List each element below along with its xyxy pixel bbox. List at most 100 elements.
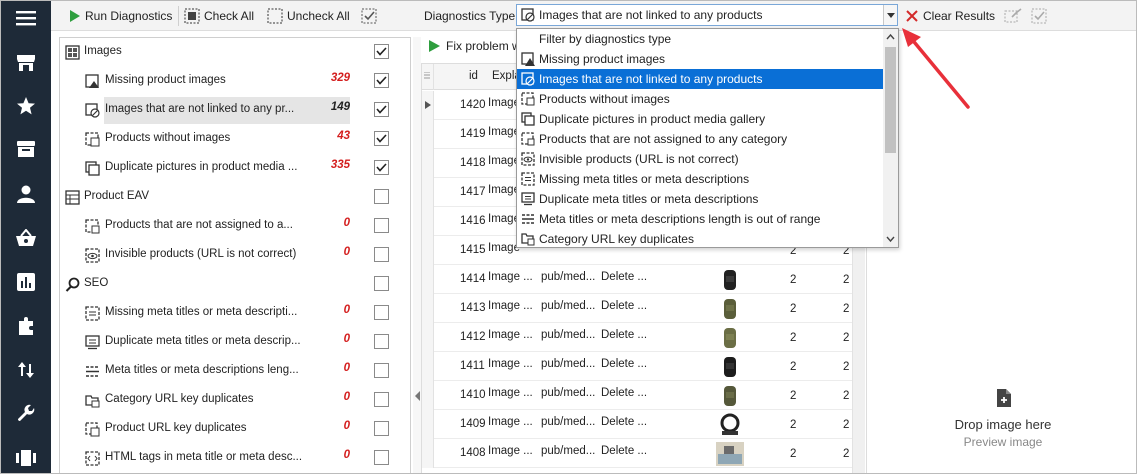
row-indicator xyxy=(422,120,434,149)
cell-action[interactable]: Delete ... xyxy=(601,445,647,457)
scroll-down-icon[interactable] xyxy=(883,233,898,245)
clear-results-button[interactable]: Clear Results xyxy=(905,1,995,31)
table-row[interactable]: 1414 Image ... pub/med... Delete ... 2 2 xyxy=(422,265,852,294)
cell-id: 1409 xyxy=(460,418,486,430)
meta-duplicate-icon xyxy=(517,189,539,209)
cell-id: 1415 xyxy=(460,244,486,256)
store-icon[interactable] xyxy=(1,46,51,80)
tree-item-duplicate-meta[interactable]: Duplicate meta titles or meta descrip...… xyxy=(60,328,410,357)
tree-group-images[interactable]: Images xyxy=(60,38,410,67)
missing-image-icon xyxy=(84,73,100,89)
run-diagnostics-button[interactable]: Run Diagnostics xyxy=(69,1,172,31)
cell-path: pub/med... xyxy=(541,416,596,428)
import-export-icon[interactable] xyxy=(1,353,51,387)
image-preview-pane[interactable]: Drop image here Preview image xyxy=(866,63,1136,473)
tree-item-meta-length[interactable]: Meta titles or meta descriptions leng...… xyxy=(60,357,410,386)
invisible-eye-icon xyxy=(517,149,539,169)
star-icon[interactable] xyxy=(1,89,51,123)
table-row[interactable]: 1409 Image ... pub/med... Delete ... 2 2 xyxy=(422,410,852,439)
checkbox[interactable] xyxy=(374,334,389,349)
dropdown-option-without-images[interactable]: Products without images xyxy=(517,89,883,109)
table-row[interactable]: 1408 Image ... pub/med... Delete ... 2 2 xyxy=(422,439,852,468)
checkbox[interactable] xyxy=(374,189,389,204)
dropdown-option-duplicate-meta[interactable]: Duplicate meta titles or meta descriptio… xyxy=(517,189,883,209)
cell-explanation: Image ... xyxy=(488,416,533,428)
tree-item-product-url-duplicates[interactable]: Product URL key duplicates 0 xyxy=(60,415,410,444)
cell-action[interactable]: Delete ... xyxy=(601,358,647,370)
checkbox[interactable] xyxy=(374,363,389,378)
reports-icon[interactable] xyxy=(1,265,51,299)
checkbox[interactable] xyxy=(374,218,389,233)
dropdown-option-not-linked[interactable]: Images that are not linked to any produc… xyxy=(517,69,883,89)
chevron-down-icon[interactable] xyxy=(883,5,897,25)
diagnostics-type-select[interactable]: Images that are not linked to any produc… xyxy=(516,4,898,26)
table-row[interactable]: 1413 Image ... pub/med... Delete ... 2 2 xyxy=(422,294,852,323)
dropdown-option-meta-length[interactable]: Meta titles or meta descriptions length … xyxy=(517,209,883,229)
tree-item-duplicate-pictures[interactable]: Duplicate pictures in product media ... … xyxy=(60,154,410,183)
cell-action[interactable]: Delete ... xyxy=(601,271,647,283)
diagnostics-type-dropdown[interactable]: Filter by diagnostics type Missing produ… xyxy=(516,28,899,248)
cell-id: 1410 xyxy=(460,389,486,401)
dropdown-option-category-url[interactable]: Category URL key duplicates xyxy=(517,229,883,247)
panel-splitter[interactable] xyxy=(413,37,421,473)
cell-action[interactable]: Delete ... xyxy=(601,416,647,428)
table-row[interactable]: 1412 Image ... pub/med... Delete ... 2 2 xyxy=(422,323,852,352)
menu-icon[interactable] xyxy=(1,1,51,35)
tree-group-seo[interactable]: SEO xyxy=(60,270,410,299)
table-row[interactable]: 1411 Image ... pub/med... Delete ... 2 2 xyxy=(422,352,852,381)
cell-action[interactable]: Delete ... xyxy=(601,329,647,341)
dropdown-option-invisible[interactable]: Invisible products (URL is not correct) xyxy=(517,149,883,169)
fix-selected-button[interactable] xyxy=(1031,1,1049,31)
cell-action[interactable]: Delete ... xyxy=(601,300,647,312)
issue-count: 43 xyxy=(337,130,350,142)
dropdown-option-missing-meta[interactable]: Missing meta titles or meta descriptions xyxy=(517,169,883,189)
table-icon xyxy=(64,189,80,205)
uncheck-all-button[interactable]: Uncheck All xyxy=(267,1,350,31)
dropdown-option-duplicate-pictures[interactable]: Duplicate pictures in product media gall… xyxy=(517,109,883,129)
tree-item-category-url-duplicates[interactable]: Category URL key duplicates 0 xyxy=(60,386,410,415)
dropdown-scroll-thumb[interactable] xyxy=(885,47,896,153)
select-checked-button[interactable] xyxy=(361,1,377,31)
tree-group-product-eav[interactable]: Product EAV xyxy=(60,183,410,212)
tree-item-not-assigned-category[interactable]: Products that are not assigned to a... 0 xyxy=(60,212,410,241)
checkbox[interactable] xyxy=(374,392,389,407)
checkbox[interactable] xyxy=(374,450,389,465)
checkbox[interactable] xyxy=(374,131,389,146)
cell-action[interactable]: Delete ... xyxy=(601,387,647,399)
tree-item-missing-meta[interactable]: Missing meta titles or meta descripti...… xyxy=(60,299,410,328)
carousel-icon[interactable] xyxy=(1,441,51,473)
scroll-up-icon[interactable] xyxy=(883,31,898,43)
dropdown-option-missing-images[interactable]: Missing product images xyxy=(517,49,883,69)
cell-path: pub/med... xyxy=(541,271,596,283)
issue-count: 0 xyxy=(343,217,350,229)
check-all-button[interactable]: Check All xyxy=(184,1,254,31)
user-icon[interactable] xyxy=(1,177,51,211)
tree-item-images-not-linked[interactable]: Images that are not linked to any pr... … xyxy=(60,96,410,125)
dropdown-option-not-assigned[interactable]: Products that are not assigned to any ca… xyxy=(517,129,883,149)
column-header-id[interactable]: id xyxy=(469,70,478,82)
checkbox[interactable] xyxy=(374,247,389,262)
wrench-icon[interactable] xyxy=(1,397,51,431)
checkbox[interactable] xyxy=(374,305,389,320)
checkbox[interactable] xyxy=(374,73,389,88)
extensions-icon[interactable] xyxy=(1,309,51,343)
dropdown-scrollbar[interactable] xyxy=(883,29,898,247)
html-tags-icon xyxy=(84,450,100,466)
checkbox[interactable] xyxy=(374,160,389,175)
archive-icon[interactable] xyxy=(1,132,51,166)
checkbox[interactable] xyxy=(374,102,389,117)
table-row[interactable]: 1410 Image ... pub/med... Delete ... 2 2 xyxy=(422,381,852,410)
basket-icon[interactable] xyxy=(1,221,51,255)
fix-checked-button[interactable] xyxy=(1004,1,1022,31)
tree-item-html-tags-meta[interactable]: HTML tags in meta title or meta desc... … xyxy=(60,444,410,473)
checkbox[interactable] xyxy=(374,421,389,436)
tree-item-label: Images that are not linked to any pr... xyxy=(105,103,295,115)
tree-item-missing-product-images[interactable]: Missing product images 329 xyxy=(60,67,410,96)
option-label: Products that are not assigned to any ca… xyxy=(539,132,788,146)
tree-item-invisible-products[interactable]: Invisible products (URL is not correct) … xyxy=(60,241,410,270)
tree-item-products-without-images[interactable]: Products without images 43 xyxy=(60,125,410,154)
checkbox[interactable] xyxy=(374,44,389,59)
cell-id: 1414 xyxy=(460,273,486,285)
checkbox[interactable] xyxy=(374,276,389,291)
dropdown-option-filter[interactable]: Filter by diagnostics type xyxy=(517,29,883,49)
